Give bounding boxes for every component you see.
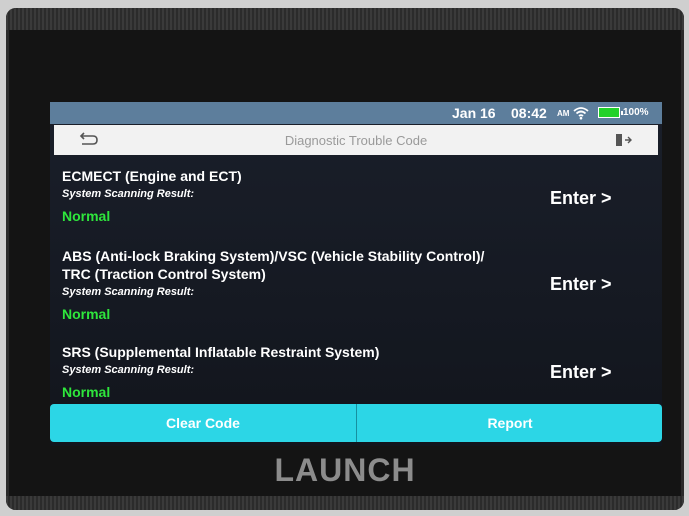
status-ampm: AM bbox=[557, 109, 570, 118]
device-bezel-top bbox=[6, 8, 684, 30]
status-bar: Jan 16 08:42 AM 100% bbox=[50, 102, 662, 124]
report-button[interactable]: Report bbox=[356, 404, 662, 442]
enter-button[interactable]: Enter > bbox=[550, 188, 612, 209]
status-date: Jan 16 bbox=[452, 105, 496, 121]
system-title: ABS (Anti-lock Braking System)/VSC (Vehi… bbox=[62, 248, 485, 264]
scan-result-label: System Scanning Result: bbox=[62, 286, 195, 298]
scan-result-label: System Scanning Result: bbox=[62, 188, 195, 200]
wifi-icon bbox=[573, 107, 589, 120]
scan-status: Normal bbox=[62, 384, 111, 400]
exit-icon[interactable] bbox=[614, 132, 632, 148]
battery-icon bbox=[598, 107, 623, 118]
action-bar: Clear Code Report bbox=[50, 404, 662, 442]
title-bar: Diagnostic Trouble Code bbox=[54, 125, 658, 155]
status-time: 08:42 bbox=[511, 105, 547, 121]
system-title: SRS (Supplemental Inflatable Restraint S… bbox=[62, 344, 380, 360]
page-title: Diagnostic Trouble Code bbox=[284, 133, 428, 148]
system-title-line2: TRC (Traction Control System) bbox=[62, 266, 266, 282]
scan-status: Normal bbox=[62, 306, 111, 322]
system-title: ECMECT (Engine and ECT) bbox=[62, 168, 242, 184]
brand-logo: LAUNCH bbox=[274, 452, 416, 488]
scan-tool-device: Jan 16 08:42 AM 100% Diagnostic Trouble … bbox=[6, 8, 684, 510]
device-bezel-bottom bbox=[6, 496, 684, 510]
battery-percentage: 100% bbox=[623, 107, 649, 118]
scan-status: Normal bbox=[62, 208, 111, 224]
scan-result-label: System Scanning Result: bbox=[62, 364, 195, 376]
clear-code-button[interactable]: Clear Code bbox=[50, 404, 356, 442]
device-screen: Jan 16 08:42 AM 100% Diagnostic Trouble … bbox=[50, 102, 662, 446]
enter-button[interactable]: Enter > bbox=[550, 362, 612, 383]
enter-button[interactable]: Enter > bbox=[550, 274, 612, 295]
